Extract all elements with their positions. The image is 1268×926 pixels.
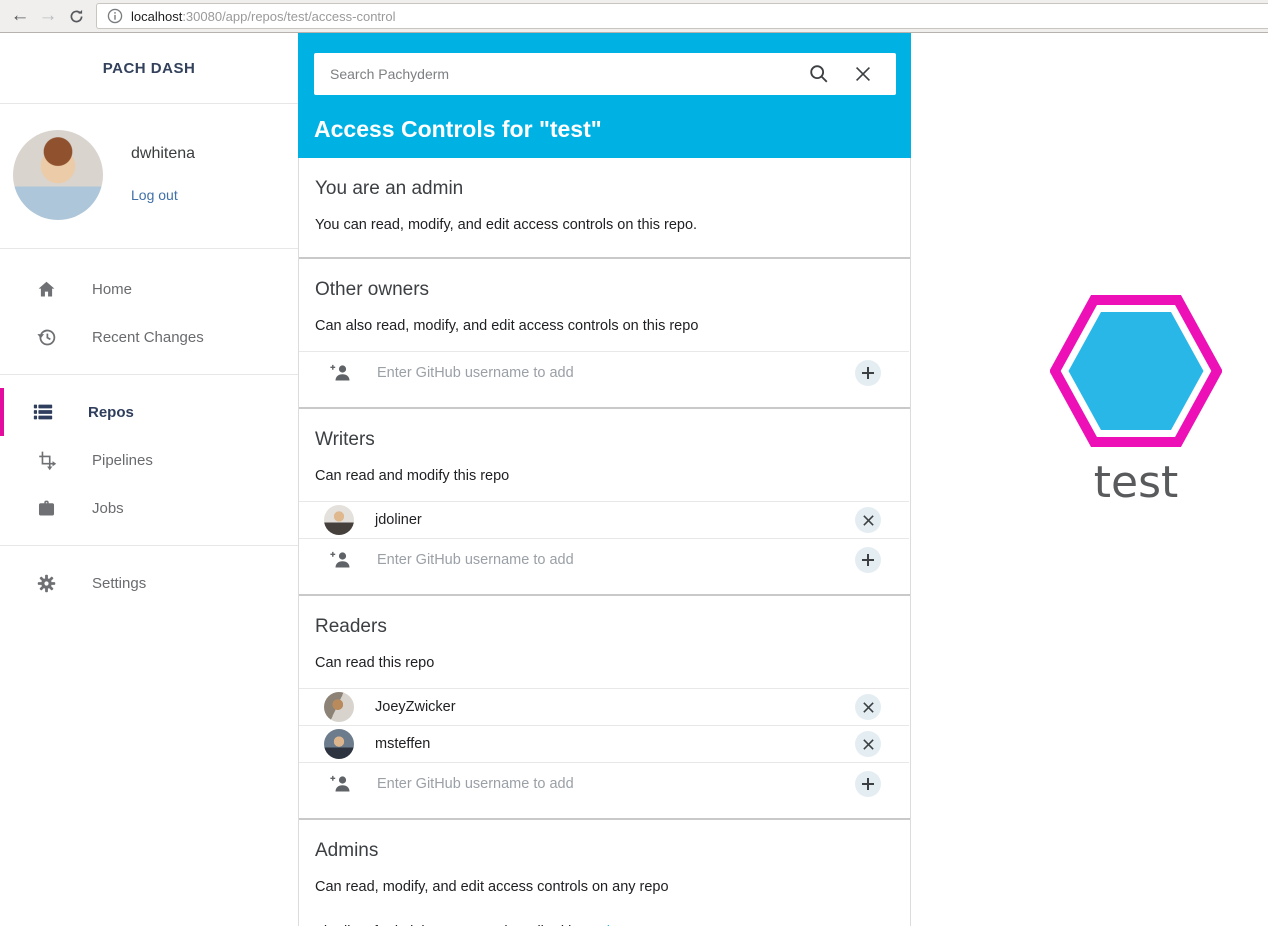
x-icon xyxy=(862,701,875,714)
repos-icon xyxy=(32,401,54,423)
add-username-input[interactable] xyxy=(377,552,855,568)
remove-user-button[interactable] xyxy=(855,507,881,533)
sidebar-item-label: Home xyxy=(92,281,132,298)
add-user-button[interactable] xyxy=(855,771,881,797)
section-title: Readers xyxy=(315,616,894,638)
section-other-owners: Other owners Can also read, modify, and … xyxy=(299,257,910,407)
section-admin-status: You are an admin You can read, modify, a… xyxy=(299,158,910,257)
sidebar-item-home[interactable]: Home xyxy=(0,265,298,313)
sidebar-item-pipelines[interactable]: Pipelines xyxy=(0,436,298,484)
add-username-input[interactable] xyxy=(377,776,855,792)
avatar xyxy=(13,130,103,220)
user-name: dwhitena xyxy=(131,145,195,163)
logout-link[interactable]: Log out xyxy=(131,187,178,203)
add-user-row xyxy=(299,538,909,580)
username: JoeyZwicker xyxy=(375,699,456,715)
section-admins: Admins Can read, modify, and edit access… xyxy=(299,818,910,926)
avatar xyxy=(324,505,354,535)
sidebar-item-jobs[interactable]: Jobs xyxy=(0,484,298,532)
search-box[interactable] xyxy=(314,53,896,95)
sidebar-item-label: Recent Changes xyxy=(92,329,204,346)
user-block: dwhitena Log out xyxy=(0,104,298,249)
sidebar-item-label: Repos xyxy=(88,404,134,421)
divider xyxy=(0,374,298,375)
user-row: msteffen xyxy=(299,725,909,762)
avatar xyxy=(324,692,354,722)
add-user-button[interactable] xyxy=(855,360,881,386)
repo-hexagon-icon xyxy=(1050,295,1222,447)
add-person-icon xyxy=(329,772,353,796)
app-title: PACH DASH xyxy=(0,33,298,104)
username: jdoliner xyxy=(375,512,422,528)
repo-canvas: test xyxy=(911,33,1268,926)
x-icon xyxy=(862,514,875,527)
jobs-icon xyxy=(36,497,58,519)
add-person-icon xyxy=(329,361,353,385)
url-host: localhost xyxy=(131,9,182,24)
page-info-icon[interactable] xyxy=(107,8,123,24)
plus-icon xyxy=(861,777,875,791)
panel-header: Access Controls for "test" xyxy=(298,33,911,158)
sidebar-item-repos[interactable]: Repos xyxy=(0,388,298,436)
remove-user-button[interactable] xyxy=(855,731,881,757)
sidebar-item-label: Settings xyxy=(92,575,146,592)
x-icon xyxy=(862,738,875,751)
url-text: localhost:30080/app/repos/test/access-co… xyxy=(131,9,396,24)
plus-icon xyxy=(861,553,875,567)
section-description: Can read, modify, and edit access contro… xyxy=(315,879,894,895)
address-bar[interactable]: localhost:30080/app/repos/test/access-co… xyxy=(96,3,1268,29)
section-readers: Readers Can read this repo JoeyZwicker m… xyxy=(299,594,910,818)
username: msteffen xyxy=(375,736,430,752)
history-icon xyxy=(36,326,58,348)
search-icon[interactable] xyxy=(808,63,830,85)
add-username-input[interactable] xyxy=(377,365,855,381)
sidebar-nav: Home Recent Changes xyxy=(0,249,298,607)
section-description: Can read this repo xyxy=(315,655,894,671)
section-description: You can read, modify, and edit access co… xyxy=(315,217,894,233)
section-description: Can read and modify this repo xyxy=(315,468,894,484)
close-icon[interactable] xyxy=(852,63,874,85)
reload-icon xyxy=(68,8,85,25)
browser-reload-button[interactable] xyxy=(62,2,90,30)
browser-forward-button[interactable]: → xyxy=(34,2,62,30)
section-writers: Writers Can read and modify this repo jd… xyxy=(299,407,910,594)
pipelines-icon xyxy=(36,449,58,471)
add-user-button[interactable] xyxy=(855,547,881,573)
repo-node-test[interactable]: test xyxy=(1050,295,1222,508)
repo-name: test xyxy=(1050,457,1222,508)
user-row: jdoliner xyxy=(299,501,909,538)
avatar xyxy=(324,729,354,759)
home-icon xyxy=(36,278,58,300)
section-description: Can also read, modify, and edit access c… xyxy=(315,318,894,334)
section-title: Admins xyxy=(315,840,894,862)
section-title: You are an admin xyxy=(315,178,894,200)
sidebar-item-label: Jobs xyxy=(92,500,124,517)
search-input[interactable] xyxy=(330,66,786,82)
page-title: Access Controls for "test" xyxy=(314,116,896,143)
divider xyxy=(0,545,298,546)
add-user-row xyxy=(299,762,909,804)
plus-icon xyxy=(861,366,875,380)
remove-user-button[interactable] xyxy=(855,694,881,720)
browser-chrome: ← → localhost:30080/app/repos/test/acces… xyxy=(0,0,1268,33)
sidebar-item-settings[interactable]: Settings xyxy=(0,559,298,607)
url-path: :30080/app/repos/test/access-control xyxy=(182,9,395,24)
add-user-row xyxy=(299,351,909,393)
section-title: Other owners xyxy=(315,279,894,301)
add-person-icon xyxy=(329,548,353,572)
user-row: JoeyZwicker xyxy=(299,688,909,725)
settings-icon xyxy=(36,572,58,594)
section-title: Writers xyxy=(315,429,894,451)
browser-back-button[interactable]: ← xyxy=(6,2,34,30)
sidebar-item-label: Pipelines xyxy=(92,452,153,469)
access-controls-panel: Access Controls for "test" You are an ad… xyxy=(298,33,911,926)
sidebar-item-recent-changes[interactable]: Recent Changes xyxy=(0,313,298,361)
sidebar: PACH DASH dwhitena Log out Home xyxy=(0,33,298,926)
